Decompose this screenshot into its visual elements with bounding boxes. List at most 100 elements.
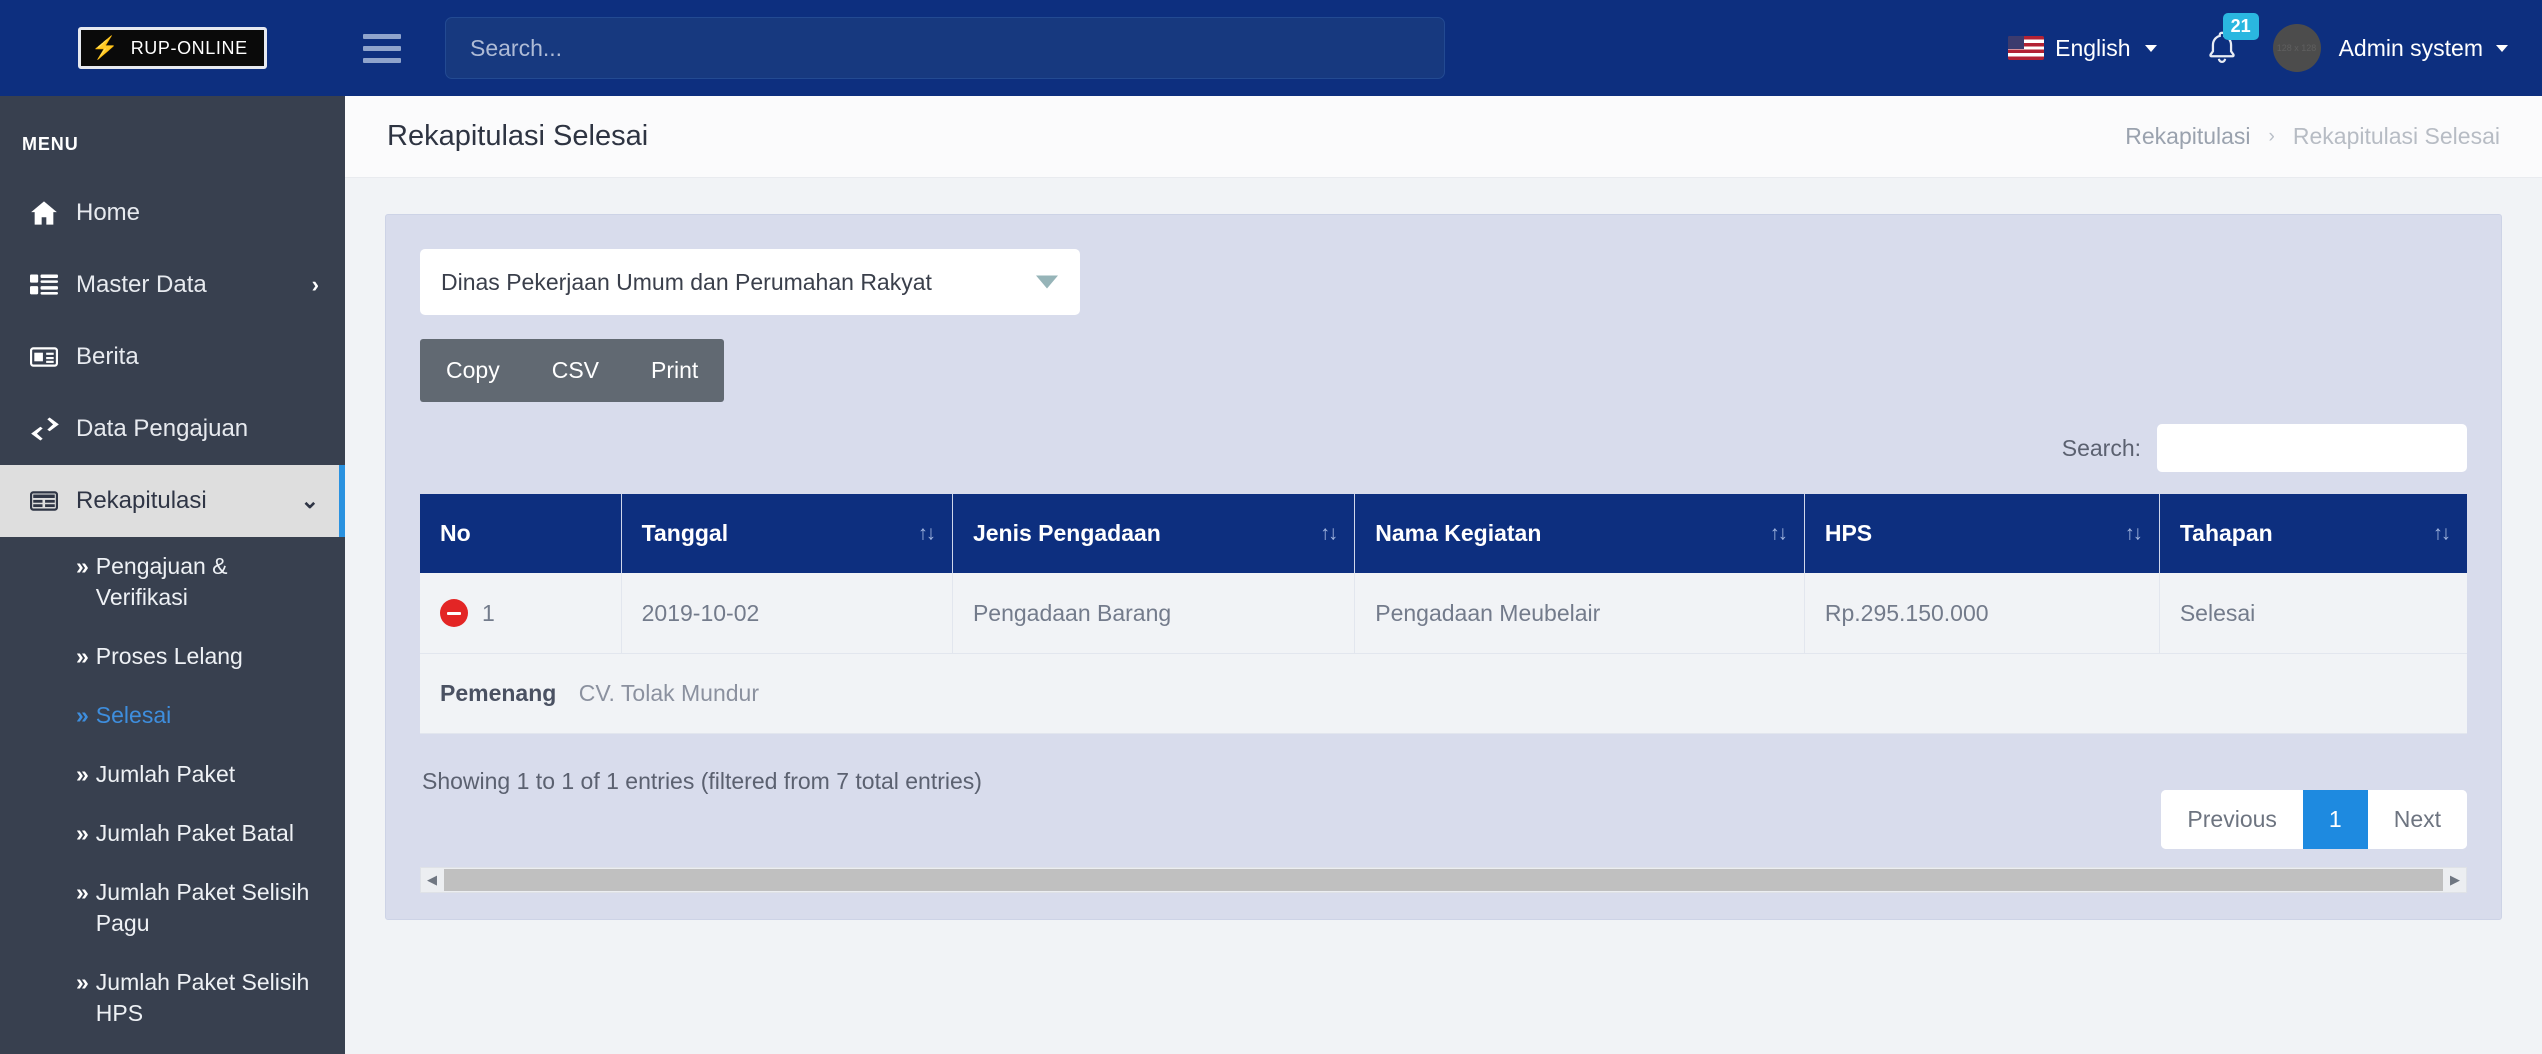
- table-search-input[interactable]: [2157, 424, 2467, 472]
- column-label: No: [440, 520, 471, 546]
- sidebar-subitem-label: Jumlah Paket: [95, 761, 236, 788]
- recap-card: Dinas Pekerjaan Umum dan Perumahan Rakya…: [385, 214, 2502, 920]
- export-button-group: Copy CSV Print: [420, 339, 725, 402]
- avatar[interactable]: 128 x 128: [2272, 24, 2321, 72]
- cell-no: 1: [420, 573, 622, 654]
- hamburger-bar: [363, 57, 401, 63]
- print-button[interactable]: Print: [625, 339, 725, 402]
- notification-badge: 21: [2222, 13, 2259, 41]
- column-header-hps[interactable]: HPS ↑↓: [1804, 494, 2160, 573]
- sidebar-toggle-button[interactable]: [345, 0, 419, 96]
- sort-icon: ↑↓: [917, 522, 936, 544]
- sort-icon: ↑↓: [2433, 522, 2451, 544]
- double-chevron-icon: »: [76, 879, 89, 906]
- cell-nama-kegiatan: Pengadaan Meubelair: [1354, 573, 1805, 654]
- copy-button[interactable]: Copy: [420, 339, 526, 402]
- sidebar-subitem-label: Jumlah Paket Selisih Pagu: [95, 879, 310, 937]
- cell-hps: Rp.295.150.000: [1804, 573, 2160, 654]
- double-chevron-icon: »: [76, 761, 89, 788]
- sort-icon: ↑↓: [1320, 522, 1338, 544]
- column-label: Tahapan: [2179, 520, 2273, 546]
- app-root: ⚡ RUP-ONLINE English 21: [0, 0, 2542, 1054]
- chevron-right-icon: ›: [311, 272, 319, 297]
- sidebar-subitem-jumlah-paket[interactable]: » Jumlah Paket: [0, 745, 345, 804]
- sidebar-subitem-proses-lelang[interactable]: » Proses Lelang: [0, 627, 345, 686]
- table-footer: Showing 1 to 1 of 1 entries (filtered fr…: [420, 768, 2467, 849]
- chevron-down-icon: ⌄: [300, 488, 319, 513]
- detail-value: CV. Tolak Mundur: [578, 680, 759, 706]
- sidebar-item-rekapitulasi[interactable]: Rekapitulasi ⌄: [0, 465, 345, 537]
- csv-button[interactable]: CSV: [525, 339, 625, 402]
- detail-label: Pemenang: [440, 680, 557, 706]
- sidebar-item-berita[interactable]: Berita: [0, 321, 345, 393]
- sidebar-item-label: Master Data: [76, 271, 207, 298]
- logo-text: RUP-ONLINE: [130, 37, 248, 58]
- sidebar-item-master-data[interactable]: Master Data ›: [0, 249, 345, 321]
- cell-tahapan: Selesai: [2159, 573, 2467, 654]
- scroll-right-arrow-icon[interactable]: ▶: [2444, 872, 2466, 888]
- opd-filter-select[interactable]: Dinas Pekerjaan Umum dan Perumahan Rakya…: [420, 249, 1080, 315]
- navbar-right-area: English 21 128 x 128 Admin system: [1986, 13, 2542, 72]
- page-title: Rekapitulasi Selesai: [387, 120, 649, 152]
- column-label: Nama Kegiatan: [1375, 520, 1542, 546]
- column-header-tanggal[interactable]: Tanggal ↑↓: [621, 494, 953, 573]
- global-search-input[interactable]: [445, 17, 1445, 79]
- pagination-previous[interactable]: Previous: [2161, 790, 2303, 849]
- opd-filter-wrap: Dinas Pekerjaan Umum dan Perumahan Rakya…: [420, 249, 1080, 315]
- scroll-left-arrow-icon[interactable]: ◀: [421, 872, 443, 888]
- double-chevron-icon: »: [76, 553, 89, 579]
- language-selector[interactable]: English: [1986, 35, 2178, 62]
- body-wrapper: MENU Home Master Data › Berita Data Peng…: [0, 96, 2542, 1054]
- pagination-next[interactable]: Next: [2367, 790, 2467, 849]
- double-chevron-icon: »: [76, 702, 89, 729]
- sidebar-item-label: Data Pengajuan: [76, 415, 249, 442]
- column-header-nama-kegiatan[interactable]: Nama Kegiatan ↑↓: [1354, 494, 1805, 573]
- sidebar-subitem-selesai[interactable]: » Selesai: [0, 686, 345, 745]
- sidebar-section-label: MENU: [22, 134, 79, 154]
- news-icon: [30, 346, 76, 368]
- table-detail-row: Pemenang CV. Tolak Mundur: [420, 653, 2467, 734]
- notifications-button[interactable]: 21: [2179, 13, 2265, 67]
- cell-jenis-pengadaan: Pengadaan Barang: [952, 573, 1356, 654]
- detail-cell: Pemenang CV. Tolak Mundur: [420, 653, 2467, 734]
- sidebar-item-setting[interactable]: Setting ›: [0, 1043, 345, 1054]
- sidebar-subitem-label: Selesai: [95, 702, 172, 729]
- table-search-row: Search:: [420, 424, 2467, 472]
- scrollbar-thumb[interactable]: [444, 869, 2443, 891]
- column-header-tahapan[interactable]: Tahapan ↑↓: [2159, 494, 2467, 573]
- bolt-icon: ⚡: [91, 35, 119, 60]
- language-label: English: [2055, 34, 2131, 61]
- table-body: 1 2019-10-02 Pengadaan Barang Pengadaan …: [420, 573, 2467, 734]
- collapse-icon[interactable]: [440, 599, 468, 627]
- no-cell-wrap: 1: [440, 599, 601, 627]
- breadcrumb-parent[interactable]: Rekapitulasi: [2125, 123, 2250, 150]
- home-icon: [30, 200, 76, 226]
- breadcrumb: Rekapitulasi › Rekapitulasi Selesai: [2125, 123, 2500, 150]
- sidebar: MENU Home Master Data › Berita Data Peng…: [0, 96, 345, 1054]
- table-header-row: No Tanggal ↑↓ Jenis Pengadaan ↑↓ Nama Ke…: [420, 494, 2467, 573]
- navbar-search-wrap: [419, 17, 1445, 79]
- table-scroll-container: No Tanggal ↑↓ Jenis Pengadaan ↑↓ Nama Ke…: [420, 494, 2467, 734]
- column-header-jenis-pengadaan[interactable]: Jenis Pengadaan ↑↓: [952, 494, 1356, 573]
- top-navbar: ⚡ RUP-ONLINE English 21: [0, 0, 2542, 96]
- sidebar-item-data-pengajuan[interactable]: Data Pengajuan: [0, 393, 345, 465]
- sidebar-subitem-jumlah-paket-batal[interactable]: » Jumlah Paket Batal: [0, 804, 345, 863]
- column-header-no[interactable]: No: [420, 494, 622, 573]
- sidebar-subitem-label: Jumlah Paket Selisih HPS: [95, 969, 310, 1027]
- table-row[interactable]: 1 2019-10-02 Pengadaan Barang Pengadaan …: [420, 573, 2467, 654]
- content-body: Dinas Pekerjaan Umum dan Perumahan Rakya…: [345, 178, 2542, 1054]
- sidebar-subitem-jumlah-paket-selisih-hps[interactable]: » Jumlah Paket Selisih HPS: [0, 953, 345, 1043]
- sidebar-item-home[interactable]: Home: [0, 177, 345, 249]
- recap-table: No Tanggal ↑↓ Jenis Pengadaan ↑↓ Nama Ke…: [420, 494, 2467, 734]
- horizontal-scrollbar[interactable]: ◀ ▶: [420, 867, 2467, 893]
- double-chevron-icon: »: [76, 643, 89, 670]
- sort-icon: ↑↓: [1769, 522, 1788, 544]
- list-icon: [30, 273, 76, 297]
- pagination-page-1[interactable]: 1: [2302, 790, 2368, 849]
- hamburger-bar: [363, 45, 401, 51]
- app-logo[interactable]: ⚡ RUP-ONLINE: [78, 27, 267, 69]
- scrollbar-track[interactable]: [443, 869, 2444, 891]
- sidebar-subitem-jumlah-paket-selisih-pagu[interactable]: » Jumlah Paket Selisih Pagu: [0, 863, 345, 953]
- sidebar-subitem-pengajuan-verifikasi[interactable]: » Pengajuan & Verifikasi: [0, 537, 345, 627]
- user-menu[interactable]: Admin system: [2339, 35, 2508, 62]
